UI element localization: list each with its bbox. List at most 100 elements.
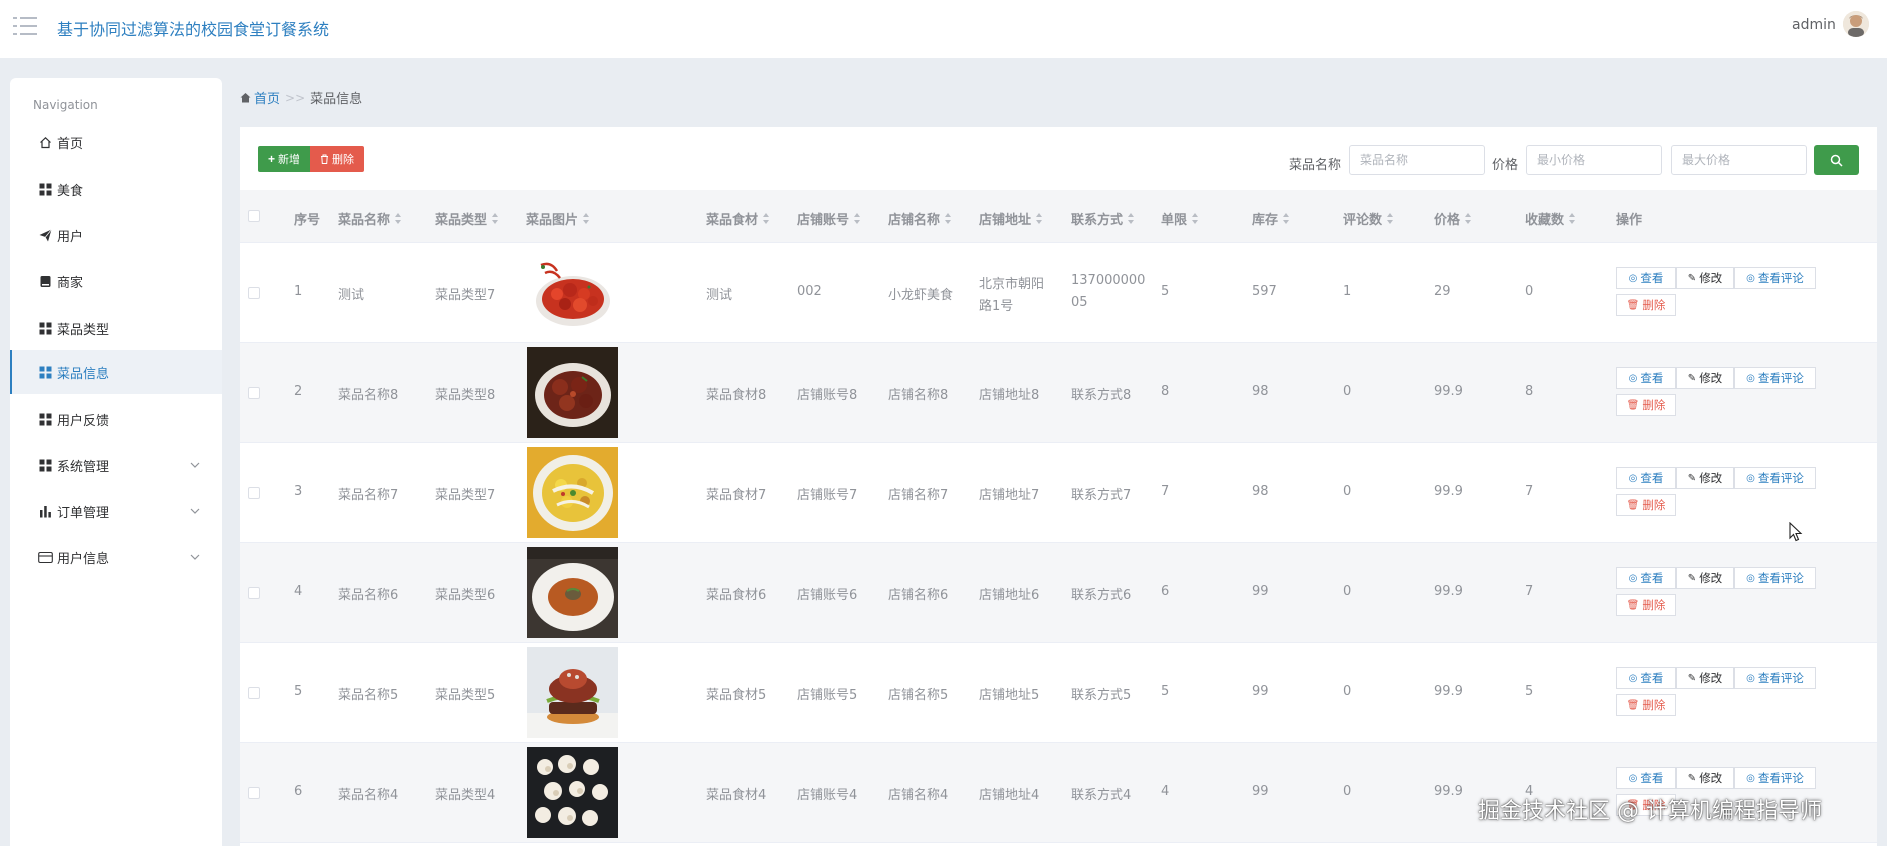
column-header-limit[interactable]: 单限 — [1161, 209, 1199, 228]
column-header-type[interactable]: 菜品类型 — [435, 209, 499, 228]
view-button[interactable]: ◎ 查看 — [1616, 467, 1676, 489]
delete-button[interactable]: 删除 — [310, 146, 364, 172]
sort-icon[interactable] — [395, 213, 402, 224]
row-delete-button-label: 删除 — [1642, 398, 1666, 412]
column-header-comments[interactable]: 评论数 — [1343, 209, 1394, 228]
column-header-contact[interactable]: 联系方式 — [1071, 209, 1135, 228]
user-avatar-icon[interactable] — [1843, 11, 1869, 37]
max-price-input[interactable] — [1671, 145, 1807, 175]
add-button[interactable]: + 新增 — [258, 146, 310, 172]
sidebar-item-food[interactable]: 美食 — [10, 167, 222, 211]
cell-stock: 597 — [1252, 284, 1277, 299]
sidebar-item-home[interactable]: 首页 — [10, 120, 222, 164]
sort-icon[interactable] — [1387, 213, 1394, 224]
column-header-favorites[interactable]: 收藏数 — [1525, 209, 1576, 228]
sidebar-item-feedback[interactable]: 用户反馈 — [10, 397, 222, 441]
cell-shop-address: 店铺地址8 — [979, 388, 1040, 403]
select-all-checkbox[interactable] — [248, 210, 260, 222]
column-header-shop-account[interactable]: 店铺账号 — [797, 209, 861, 228]
user-name[interactable]: admin — [1792, 17, 1836, 33]
view-comments-button[interactable]: ◎ 查看评论 — [1734, 567, 1816, 589]
row-checkbox[interactable] — [248, 787, 260, 799]
sort-icon[interactable] — [854, 213, 861, 224]
dish-image[interactable] — [527, 647, 618, 738]
table-row: 1 测试 菜品类型7 测试 002 小龙虾美食 5 597 1 29 0 北京市朝阳 路1号 137000… — [240, 243, 1877, 343]
row-checkbox[interactable] — [248, 487, 260, 499]
view-comments-button[interactable]: ◎ 查看评论 — [1734, 667, 1816, 689]
search-button[interactable] — [1814, 145, 1859, 175]
row-delete-button[interactable]: 🗑 删除 — [1616, 494, 1676, 516]
edit-button[interactable]: ✎ 修改 — [1676, 367, 1734, 389]
edit-button[interactable]: ✎ 修改 — [1676, 767, 1734, 789]
breadcrumb-home[interactable]: 首页 — [240, 88, 280, 107]
cell-ingredients: 菜品食材8 — [706, 388, 767, 403]
sidebar-item-system[interactable]: 系统管理 — [10, 443, 222, 487]
dish-image[interactable] — [527, 547, 618, 638]
sidebar-item-users[interactable]: 用户 — [10, 213, 222, 257]
row-delete-button[interactable]: 🗑 删除 — [1616, 294, 1676, 316]
grid-icon — [38, 321, 53, 336]
edit-button[interactable]: ✎ 修改 — [1676, 667, 1734, 689]
sidebar-item-dish-types[interactable]: 菜品类型 — [10, 306, 222, 350]
view-button[interactable]: ◎ 查看 — [1616, 767, 1676, 789]
list-icon[interactable] — [13, 15, 37, 37]
price-label: 价格 — [1492, 158, 1519, 173]
view-button[interactable]: ◎ 查看 — [1616, 567, 1676, 589]
row-delete-button[interactable]: 🗑 删除 — [1616, 394, 1676, 416]
edit-button[interactable]: ✎ 修改 — [1676, 567, 1734, 589]
eye-icon: ◎ — [1628, 372, 1638, 384]
min-price-input[interactable] — [1526, 145, 1662, 175]
cell-dish-name: 菜品名称5 — [338, 688, 399, 703]
add-button-label: 新增 — [278, 154, 300, 166]
sort-icon[interactable] — [1128, 213, 1135, 224]
view-comments-button[interactable]: ◎ 查看评论 — [1734, 467, 1816, 489]
column-header-shop-address[interactable]: 店铺地址 — [979, 209, 1043, 228]
view-button[interactable]: ◎ 查看 — [1616, 667, 1676, 689]
column-header-shop-name[interactable]: 店铺名称 — [888, 209, 952, 228]
edit-button-label: 修改 — [1699, 371, 1723, 385]
cell-ingredients: 菜品食材7 — [706, 488, 767, 503]
view-comments-button[interactable]: ◎ 查看评论 — [1734, 267, 1816, 289]
sort-icon[interactable] — [763, 213, 770, 224]
row-checkbox[interactable] — [248, 287, 260, 299]
row-checkbox[interactable] — [248, 587, 260, 599]
sidebar-item-user-info[interactable]: 用户信息 — [10, 535, 222, 579]
edit-button[interactable]: ✎ 修改 — [1676, 467, 1734, 489]
column-header-name[interactable]: 菜品名称 — [338, 209, 402, 228]
sidebar-item-merchants[interactable]: 商家 — [10, 259, 222, 303]
sort-icon[interactable] — [583, 213, 590, 224]
column-header-price[interactable]: 价格 — [1434, 209, 1472, 228]
sort-icon[interactable] — [1192, 213, 1199, 224]
row-delete-button[interactable]: 🗑 删除 — [1616, 694, 1676, 716]
sort-icon[interactable] — [1465, 213, 1472, 224]
sidebar-item-dish-info[interactable]: 菜品信息 — [10, 350, 222, 394]
dish-image[interactable] — [527, 447, 618, 538]
dish-image[interactable] — [527, 747, 618, 838]
row-delete-button[interactable]: 🗑 删除 — [1616, 594, 1676, 616]
dish-image[interactable] — [527, 347, 618, 438]
cell-index: 4 — [294, 584, 303, 599]
column-header-image[interactable]: 菜品图片 — [526, 209, 590, 228]
breadcrumb-home-label[interactable]: 首页 — [254, 88, 280, 107]
view-button[interactable]: ◎ 查看 — [1616, 267, 1676, 289]
row-checkbox[interactable] — [248, 387, 260, 399]
breadcrumb: 首页 >> 菜品信息 — [240, 88, 362, 107]
view-button[interactable]: ◎ 查看 — [1616, 367, 1676, 389]
edit-button[interactable]: ✎ 修改 — [1676, 267, 1734, 289]
view-comments-button[interactable]: ◎ 查看评论 — [1734, 767, 1816, 789]
cell-shop-name: 店铺名称4 — [888, 788, 949, 803]
column-header-stock[interactable]: 库存 — [1252, 209, 1290, 228]
dish-name-search-input[interactable] — [1349, 145, 1485, 175]
sort-icon[interactable] — [945, 213, 952, 224]
sort-icon[interactable] — [1569, 213, 1576, 224]
view-comments-button-label: 查看评论 — [1757, 371, 1804, 385]
cell-contact: 联系方式4 — [1071, 788, 1132, 803]
sort-icon[interactable] — [1036, 213, 1043, 224]
column-header-ingredients[interactable]: 菜品食材 — [706, 209, 770, 228]
sort-icon[interactable] — [492, 213, 499, 224]
dish-image[interactable] — [527, 247, 618, 338]
row-checkbox[interactable] — [248, 687, 260, 699]
sidebar-item-orders[interactable]: 订单管理 — [10, 489, 222, 533]
sort-icon[interactable] — [1283, 213, 1290, 224]
view-comments-button[interactable]: ◎ 查看评论 — [1734, 367, 1816, 389]
